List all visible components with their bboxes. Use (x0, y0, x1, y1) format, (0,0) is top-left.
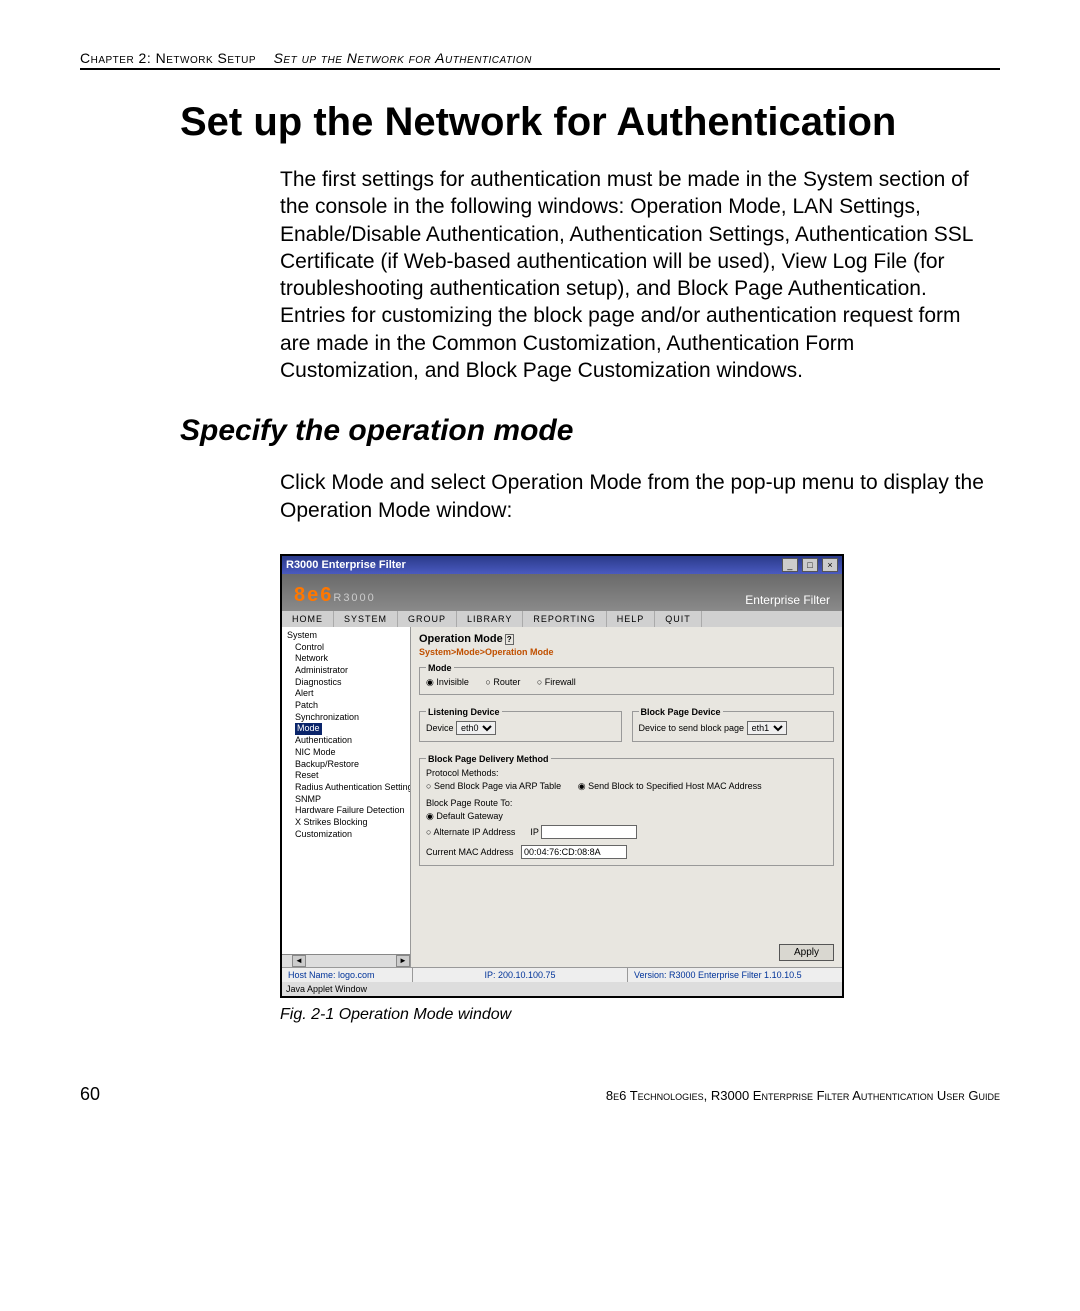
brand-bar: 8e6R3000 Enterprise Filter (282, 574, 842, 611)
minimize-button[interactable]: _ (782, 558, 798, 572)
brand-subtitle: Enterprise Filter (745, 593, 830, 607)
menu-group[interactable]: GROUP (398, 611, 457, 627)
status-host: Host Name: logo.com (282, 968, 413, 982)
figure-caption: Fig. 2-1 Operation Mode window (280, 1006, 1000, 1024)
nav-tree: System Control Network Administrator Dia… (282, 627, 411, 967)
section-subtitle: Specify the operation mode (180, 414, 1000, 448)
tree-item[interactable]: Reset (285, 770, 410, 782)
block-page-device-fieldset: Block Page Device Device to send block p… (632, 707, 835, 742)
main-menu: HOME SYSTEM GROUP LIBRARY REPORTING HELP… (282, 611, 842, 627)
scroll-left-icon[interactable]: ◄ (292, 955, 306, 967)
panel-title: Operation Mode? (419, 633, 834, 645)
mode-invisible-radio[interactable]: ◉ Invisible (426, 677, 469, 687)
mode-legend: Mode (426, 663, 454, 673)
protocol-mac-radio[interactable]: ◉ Send Block to Specified Host MAC Addre… (578, 781, 762, 791)
help-icon[interactable]: ? (505, 634, 514, 645)
tree-item[interactable]: Customization (285, 829, 410, 841)
menu-home[interactable]: HOME (282, 611, 334, 627)
tree-item[interactable]: Hardware Failure Detection (285, 805, 410, 817)
tree-scrollbar[interactable]: ◄ ► (282, 954, 410, 967)
mode-router-radio[interactable]: ○ Router (485, 677, 520, 687)
block-device-legend: Block Page Device (639, 707, 723, 717)
menu-system[interactable]: SYSTEM (334, 611, 398, 627)
document-page: Chapter 2: Network Setup Set up the Netw… (0, 0, 1080, 1155)
route-alt-radio[interactable]: ○ Alternate IP Address (426, 827, 515, 837)
maximize-button[interactable]: □ (802, 558, 818, 572)
tree-item[interactable]: Administrator (285, 665, 410, 677)
delivery-legend: Block Page Delivery Method (426, 754, 551, 764)
status-bar: Host Name: logo.com IP: 200.10.100.75 Ve… (282, 967, 842, 982)
page-number: 60 (80, 1084, 100, 1105)
delivery-method-fieldset: Block Page Delivery Method Protocol Meth… (419, 754, 834, 866)
ip-input[interactable] (541, 825, 637, 839)
ip-label: IP (530, 827, 538, 837)
close-button[interactable]: × (822, 558, 838, 572)
menu-help[interactable]: HELP (607, 611, 656, 627)
mode-fieldset: Mode ◉ Invisible ○ Router ○ Firewall (419, 663, 834, 695)
scroll-right-icon[interactable]: ► (396, 955, 410, 967)
tree-item[interactable]: Diagnostics (285, 677, 410, 689)
listening-legend: Listening Device (426, 707, 502, 717)
page-footer: 60 8e6 Technologies, R3000 Enterprise Fi… (80, 1084, 1000, 1105)
header-section: Set up the Network for Authentication (274, 50, 532, 66)
app-window: R3000 Enterprise Filter _ □ × 8e6R3000 E… (280, 554, 844, 998)
content-area: System Control Network Administrator Dia… (282, 627, 842, 967)
tree-item[interactable]: Network (285, 653, 410, 665)
tree-item[interactable]: Patch (285, 700, 410, 712)
section-paragraph: Click Mode and select Operation Mode fro… (280, 469, 990, 524)
tree-root[interactable]: System (285, 630, 410, 642)
menu-quit[interactable]: QUIT (655, 611, 702, 627)
tree-item[interactable]: Control (285, 642, 410, 654)
status-ip: IP: 200.10.100.75 (413, 968, 628, 982)
listening-device-select[interactable]: eth0 (456, 721, 496, 735)
tree-item[interactable]: X Strikes Blocking (285, 817, 410, 829)
status-version: Version: R3000 Enterprise Filter 1.10.10… (628, 968, 842, 982)
window-controls: _ □ × (781, 558, 838, 572)
tree-item[interactable]: SNMP (285, 794, 410, 806)
page-header: Chapter 2: Network Setup Set up the Netw… (80, 50, 1000, 70)
page-title: Set up the Network for Authentication (180, 100, 1000, 145)
protocol-label: Protocol Methods: (426, 768, 827, 778)
menu-reporting[interactable]: REPORTING (523, 611, 606, 627)
mac-label: Current MAC Address (426, 847, 514, 857)
window-title: R3000 Enterprise Filter (286, 559, 406, 571)
tree-item[interactable]: Backup/Restore (285, 759, 410, 771)
apply-button[interactable]: Apply (779, 944, 834, 961)
route-default-radio[interactable]: ◉ Default Gateway (426, 811, 503, 821)
block-device-label: Device to send block page (639, 723, 745, 733)
listening-label: Device (426, 723, 454, 733)
menu-library[interactable]: LIBRARY (457, 611, 523, 627)
brand-logo: 8e6R3000 (294, 584, 376, 607)
listening-device-fieldset: Listening Device Device eth0 (419, 707, 622, 742)
tree-item[interactable]: Synchronization (285, 712, 410, 724)
protocol-arp-radio[interactable]: ○ Send Block Page via ARP Table (426, 781, 561, 791)
footer-text: 8e6 Technologies, R3000 Enterprise Filte… (606, 1088, 1000, 1103)
settings-panel: Operation Mode? System>Mode>Operation Mo… (411, 627, 842, 967)
tree-item[interactable]: Radius Authentication Setting (285, 782, 410, 794)
header-chapter: Chapter 2: Network Setup (80, 50, 256, 66)
block-device-select[interactable]: eth1 (747, 721, 787, 735)
window-titlebar: R3000 Enterprise Filter _ □ × (282, 556, 842, 574)
mode-firewall-radio[interactable]: ○ Firewall (537, 677, 576, 687)
intro-paragraph: The first settings for authentication mu… (280, 166, 990, 384)
tree-item[interactable]: Alert (285, 688, 410, 700)
route-label: Block Page Route To: (426, 798, 827, 808)
breadcrumb: System>Mode>Operation Mode (419, 647, 834, 657)
tree-item[interactable]: Authentication (285, 735, 410, 747)
mac-input[interactable] (521, 845, 627, 859)
tree-item-selected[interactable]: Mode (295, 723, 322, 735)
java-applet-label: Java Applet Window (282, 982, 842, 996)
tree-item[interactable]: NIC Mode (285, 747, 410, 759)
